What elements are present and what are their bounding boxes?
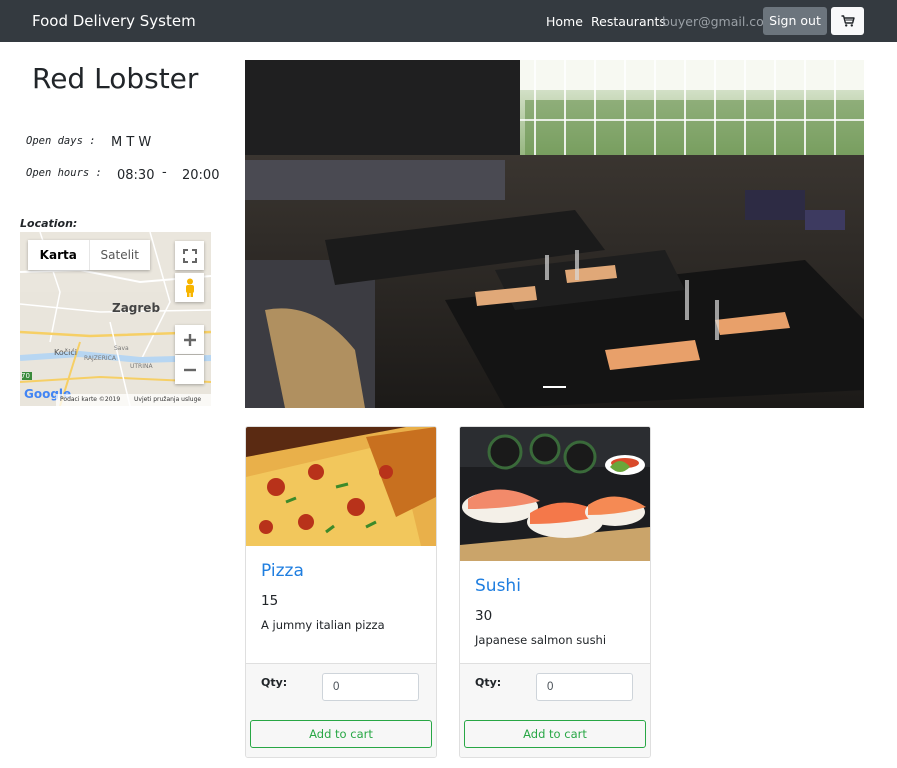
card-footer: Qty: Add to cart <box>246 663 436 757</box>
map-label-rajzerica: RAJZERICA <box>84 355 116 362</box>
product-price: 30 <box>475 608 493 624</box>
open-days-value: M T W <box>111 135 152 150</box>
user-email: buyer@gmail.com <box>662 14 776 29</box>
map-terms-link[interactable]: Uvjeti pružanja usluge <box>134 396 201 403</box>
restaurant-interior-image <box>245 60 864 408</box>
product-description: A jummy italian pizza <box>261 618 385 632</box>
navbar: Food Delivery System Home Restaurants bu… <box>0 0 897 42</box>
map-label-city: Zagreb <box>112 301 161 315</box>
fullscreen-icon <box>182 248 197 263</box>
cart-button[interactable] <box>831 7 864 35</box>
product-description: Japanese salmon sushi <box>475 633 607 647</box>
product-name[interactable]: Pizza <box>261 561 304 581</box>
zoom-in-button[interactable] <box>175 325 204 354</box>
product-card: Pizza 15 A jummy italian pizza Qty: Add … <box>245 426 437 758</box>
add-to-cart-button[interactable]: Add to cart <box>250 720 432 748</box>
map-footer: Podaci karte ©2019 Uvjeti pružanja uslug… <box>56 394 211 406</box>
location-label: Location: <box>20 217 78 230</box>
card-footer: Qty: Add to cart <box>460 663 650 757</box>
sushi-image <box>460 427 650 561</box>
carousel-indicator[interactable] <box>543 386 566 388</box>
location-map[interactable]: Zagreb Kočići RAJZERICA Sava UTRINA 70 K… <box>20 232 211 406</box>
plus-icon <box>183 333 196 346</box>
map-tab-satellite[interactable]: Satelit <box>88 240 151 270</box>
pegman-icon <box>185 278 194 297</box>
minus-icon <box>183 368 196 371</box>
nav-home-link[interactable]: Home <box>546 14 583 29</box>
open-hours-separator: - <box>162 165 167 180</box>
zoom-out-button[interactable] <box>175 355 204 384</box>
product-price: 15 <box>261 593 279 609</box>
map-type-tabs: Karta Satelit <box>28 240 150 270</box>
restaurant-name: Red Lobster <box>32 62 199 95</box>
open-hours-to: 20:00 <box>182 168 220 183</box>
sign-out-button[interactable]: Sign out <box>763 7 827 35</box>
cart-icon <box>841 15 855 27</box>
product-name[interactable]: Sushi <box>475 576 521 596</box>
open-hours-label: Open hours : <box>26 167 102 179</box>
nav-restaurants-link[interactable]: Restaurants <box>591 14 666 29</box>
open-days-label: Open days : <box>26 135 96 147</box>
qty-label: Qty: <box>475 676 502 689</box>
qty-label: Qty: <box>261 676 288 689</box>
pizza-image <box>246 427 436 546</box>
street-view-button[interactable] <box>175 273 204 302</box>
map-attribution: Podaci karte ©2019 <box>60 396 121 403</box>
map-road-number: 70 <box>21 372 30 380</box>
map-label-utrina: UTRINA <box>130 363 153 370</box>
map-tab-map[interactable]: Karta <box>28 240 89 270</box>
qty-input[interactable] <box>322 673 419 701</box>
fullscreen-button[interactable] <box>175 241 204 270</box>
navbar-brand[interactable]: Food Delivery System <box>32 12 196 30</box>
map-label-savica: Sava <box>114 345 129 352</box>
open-hours-from: 08:30 <box>117 168 155 183</box>
restaurant-carousel[interactable] <box>245 60 864 408</box>
add-to-cart-button[interactable]: Add to cart <box>464 720 646 748</box>
map-label-kocici: Kočići <box>54 348 77 357</box>
qty-input[interactable] <box>536 673 633 701</box>
product-card: Sushi 30 Japanese salmon sushi Qty: Add … <box>459 426 651 758</box>
